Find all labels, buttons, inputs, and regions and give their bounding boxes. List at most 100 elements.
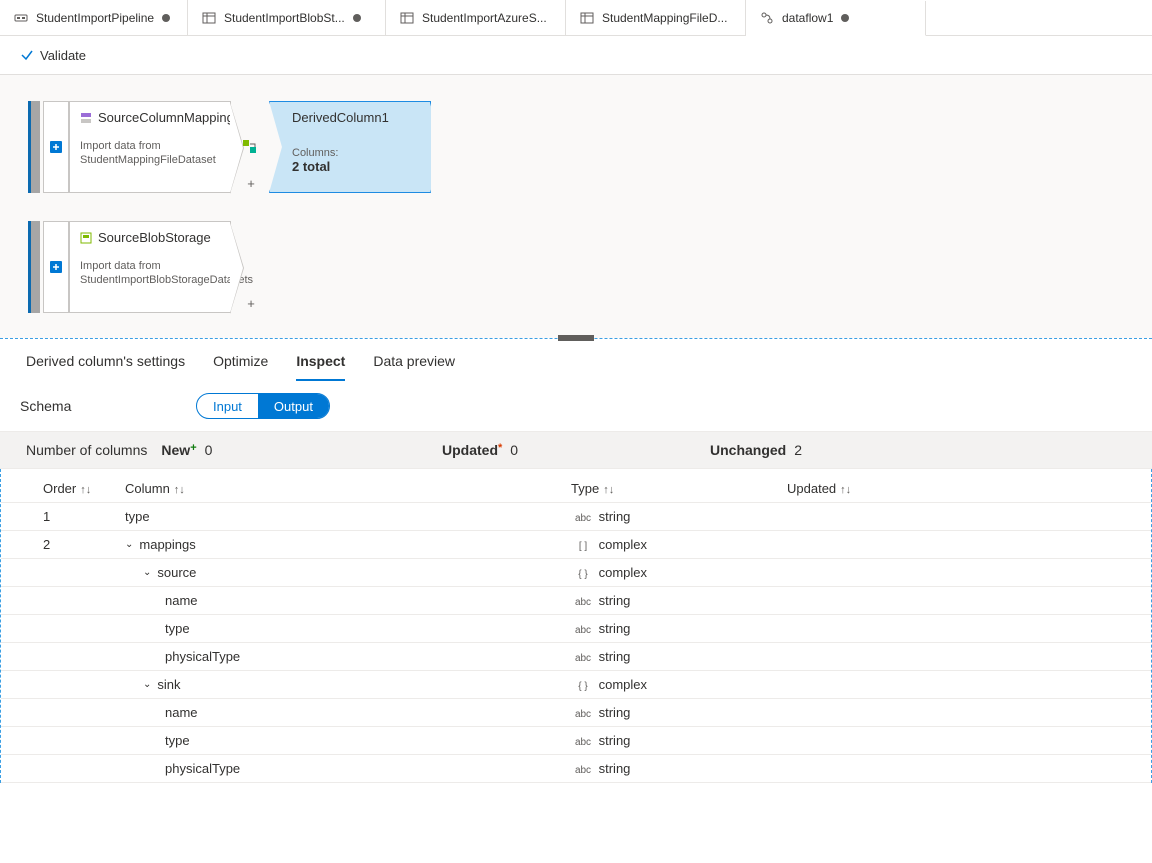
node-title: SourceBlobStorage <box>98 230 211 245</box>
cell-type: abc string <box>571 621 787 636</box>
type-name: string <box>595 649 630 664</box>
dirty-indicator-icon <box>841 14 849 22</box>
source-blob-storage-node[interactable]: SourceBlobStorage Import data from Stude… <box>69 221 231 313</box>
tab-student-mapping-file[interactable]: StudentMappingFileD... <box>566 0 746 35</box>
schema-row[interactable]: typeabc string <box>1 727 1151 755</box>
tab-student-import-azure[interactable]: StudentImportAzureS... <box>386 0 566 35</box>
tab-student-import-blob[interactable]: StudentImportBlobSt... <box>188 0 386 35</box>
type-name: complex <box>595 537 647 552</box>
cell-column: type <box>125 733 571 748</box>
expand-icon <box>48 259 64 275</box>
chevron-down-icon[interactable]: ⌄ <box>125 539 133 550</box>
sort-icon[interactable]: ↑↓ <box>174 484 185 496</box>
type-name: string <box>595 705 630 720</box>
sort-icon[interactable]: ↑↓ <box>603 484 614 496</box>
toggle-input[interactable]: Input <box>197 394 258 418</box>
column-name: sink <box>157 677 180 692</box>
schema-row[interactable]: type abc string <box>1 615 1151 643</box>
add-step-button[interactable]: + <box>444 176 458 190</box>
updated-label: Updated* <box>442 442 502 458</box>
derived-column-transform-icon <box>241 138 259 156</box>
source-column-mapping-node[interactable]: SourceColumnMapping Import data from Stu… <box>69 101 231 193</box>
dirty-indicator-icon <box>162 14 170 22</box>
type-name: string <box>595 621 630 636</box>
cell-column: name <box>125 705 571 720</box>
cell-type: abc string <box>571 761 787 776</box>
cell-type: { } complex <box>571 565 787 580</box>
header-order[interactable]: Order <box>43 481 76 496</box>
cell-column: name <box>125 593 571 608</box>
checkmark-icon <box>20 48 34 62</box>
tab-data-preview[interactable]: Data preview <box>373 353 455 381</box>
schema-row[interactable]: physicalType abc string <box>1 755 1151 783</box>
column-name: type <box>165 621 190 636</box>
node-title: DerivedColumn1 <box>292 110 389 125</box>
expand-collapse-button[interactable] <box>43 101 69 193</box>
source-icon <box>80 112 92 124</box>
schema-header-row: Order ↑↓ Column ↑↓ Type ↑↓ Updated ↑↓ <box>1 475 1151 503</box>
node-title: SourceColumnMapping <box>98 110 234 125</box>
derived-column1-node[interactable]: DerivedColumn1 Columns: 2 total + <box>269 101 431 193</box>
tab-optimize[interactable]: Optimize <box>213 353 268 381</box>
expand-collapse-button[interactable] <box>43 221 69 313</box>
tab-inspect[interactable]: Inspect <box>296 353 345 381</box>
node-selection-handle[interactable] <box>28 221 40 313</box>
schema-row[interactable]: 2⌄mappings[ ] complex <box>1 531 1151 559</box>
editor-tab-bar: StudentImportPipeline StudentImportBlobS… <box>0 0 1152 36</box>
panel-resize-handle[interactable] <box>558 335 594 341</box>
tab-dataflow1[interactable]: dataflow1 <box>746 1 926 36</box>
dirty-indicator-icon <box>353 14 361 22</box>
schema-row[interactable]: ⌄source{ } complex <box>1 559 1151 587</box>
type-badge-icon: [ ] <box>571 541 595 552</box>
dataflow-canvas[interactable]: SourceColumnMapping Import data from Stu… <box>0 74 1152 338</box>
schema-row[interactable]: nameabc string <box>1 699 1151 727</box>
cell-column: physicalType <box>125 649 571 664</box>
type-name: string <box>595 509 630 524</box>
cell-type: [ ] complex <box>571 537 787 552</box>
type-name: complex <box>595 565 647 580</box>
tab-label: dataflow1 <box>782 11 833 25</box>
tab-student-import-pipeline[interactable]: StudentImportPipeline <box>0 0 188 35</box>
tab-label: StudentImportAzureS... <box>422 11 547 25</box>
header-updated[interactable]: Updated <box>787 481 836 496</box>
numcols-label: Number of columns <box>26 442 147 458</box>
schema-row[interactable]: ⌄ sink { } complex <box>1 671 1151 699</box>
validate-button[interactable]: Validate <box>20 48 86 63</box>
sort-icon[interactable]: ↑↓ <box>840 484 851 496</box>
unchanged-value: 2 <box>794 442 802 458</box>
validate-label: Validate <box>40 48 86 63</box>
type-name: string <box>595 733 630 748</box>
schema-row[interactable]: physicalTypeabc string <box>1 643 1151 671</box>
header-type[interactable]: Type <box>571 481 599 496</box>
new-label: New+ <box>161 442 196 458</box>
schema-row[interactable]: 1typeabc string <box>1 503 1151 531</box>
type-badge-icon: abc <box>571 765 595 776</box>
type-badge-icon: { } <box>571 569 595 580</box>
inspect-panel: Derived column's settings Optimize Inspe… <box>0 338 1152 783</box>
toggle-output[interactable]: Output <box>258 394 329 418</box>
type-name: complex <box>595 677 647 692</box>
column-name: mappings <box>139 537 195 552</box>
cell-type: abc string <box>571 509 787 524</box>
header-column[interactable]: Column <box>125 481 170 496</box>
node-selection-handle[interactable] <box>28 101 40 193</box>
type-badge-icon: abc <box>571 625 595 636</box>
schema-row[interactable]: nameabc string <box>1 587 1151 615</box>
type-badge-icon: abc <box>571 597 595 608</box>
dataset-icon <box>202 11 216 25</box>
cell-column: ⌄ sink <box>125 677 571 692</box>
tab-derived-settings[interactable]: Derived column's settings <box>26 353 185 381</box>
cell-type: abc string <box>571 733 787 748</box>
unchanged-label: Unchanged <box>710 442 786 458</box>
tab-label: StudentImportPipeline <box>36 11 154 25</box>
column-name: physicalType <box>165 761 240 776</box>
column-name: type <box>125 509 150 524</box>
add-step-button[interactable]: + <box>244 296 258 310</box>
columns-label: Columns: <box>292 147 420 159</box>
tab-label: StudentMappingFileD... <box>602 11 727 25</box>
sort-icon[interactable]: ↑↓ <box>80 484 91 496</box>
chevron-down-icon[interactable]: ⌄ <box>143 679 151 690</box>
new-value: 0 <box>205 442 213 458</box>
chevron-down-icon[interactable]: ⌄ <box>143 567 151 578</box>
type-badge-icon: { } <box>571 681 595 692</box>
